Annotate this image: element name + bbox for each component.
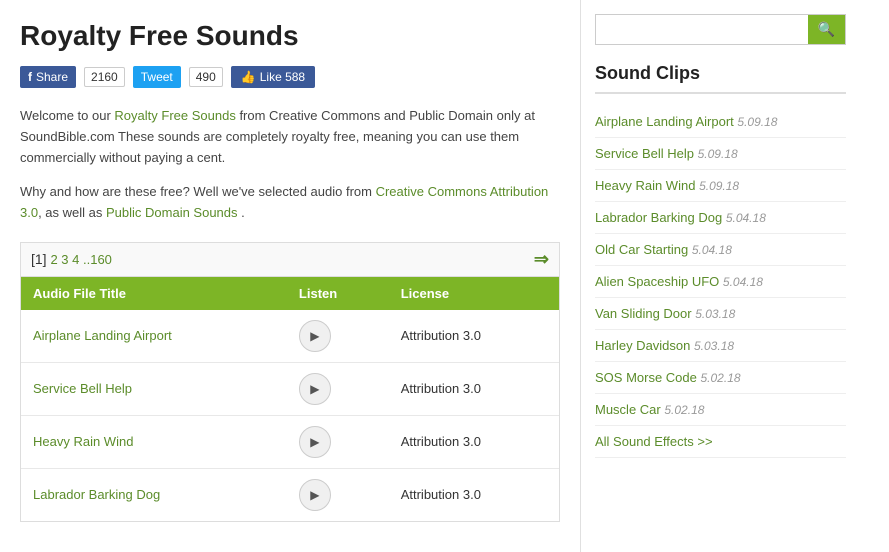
fb-share-label: Share (36, 70, 68, 84)
main-content: Royalty Free Sounds f Share 2160 Tweet 4… (0, 0, 580, 552)
current-page: [1] (31, 251, 47, 267)
sidebar-item-link-0[interactable]: Airplane Landing Airport (595, 114, 734, 129)
facebook-share-button[interactable]: f Share (20, 66, 76, 88)
all-effects-item: All Sound Effects >> (595, 426, 846, 458)
audio-link-2[interactable]: Heavy Rain Wind (33, 434, 133, 449)
sidebar-item-link-1[interactable]: Service Bell Help (595, 146, 694, 161)
sidebar-item-link-8[interactable]: SOS Morse Code (595, 370, 697, 385)
tw-label: Tweet (141, 70, 173, 84)
twitter-tweet-button[interactable]: Tweet (133, 66, 181, 88)
next-page-arrow[interactable]: ⇒ (534, 249, 549, 270)
sidebar-list-item: SOS Morse Code 5.02.18 (595, 362, 846, 394)
play-button-3[interactable]: ▶ (299, 479, 331, 511)
sidebar-item-date-5: 5.04.18 (723, 275, 763, 289)
sidebar-item-link-5[interactable]: Alien Spaceship UFO (595, 274, 719, 289)
sidebar-item-date-8: 5.02.18 (701, 371, 741, 385)
sidebar: 🔍 Sound Clips Airplane Landing Airport 5… (580, 0, 860, 552)
intro-paragraph-2: Why and how are these free? Well we've s… (20, 182, 560, 224)
table-row: Service Bell Help ▶ Attribution 3.0 (21, 362, 559, 415)
row-listen-1: ▶ (287, 362, 389, 415)
audio-table-wrapper: [1] 2 3 4 ..160 ⇒ Audio File Title Liste… (20, 242, 560, 522)
public-domain-link[interactable]: Public Domain Sounds (106, 205, 238, 220)
audio-table: Audio File Title Listen License Airplane… (21, 277, 559, 521)
search-icon: 🔍 (818, 21, 835, 37)
row-listen-3: ▶ (287, 468, 389, 521)
facebook-icon: f (28, 70, 32, 84)
creative-commons-link[interactable]: Creative Commons Attribution 3.0 (20, 184, 548, 220)
row-title-1: Service Bell Help (21, 362, 287, 415)
like-icon: 👍 (241, 70, 256, 84)
table-nav: [1] 2 3 4 ..160 ⇒ (21, 243, 559, 277)
tw-count: 490 (189, 67, 223, 87)
table-row: Labrador Barking Dog ▶ Attribution 3.0 (21, 468, 559, 521)
sidebar-item-date-2: 5.09.18 (699, 179, 739, 193)
sidebar-item-date-3: 5.04.18 (726, 211, 766, 225)
sidebar-item-date-9: 5.02.18 (664, 403, 704, 417)
col-header-listen: Listen (287, 277, 389, 310)
sidebar-item-link-2[interactable]: Heavy Rain Wind (595, 178, 695, 193)
sidebar-list-item: Labrador Barking Dog 5.04.18 (595, 202, 846, 234)
row-title-2: Heavy Rain Wind (21, 415, 287, 468)
sidebar-item-link-4[interactable]: Old Car Starting (595, 242, 688, 257)
table-pagination: [1] 2 3 4 ..160 (31, 251, 112, 267)
row-license-1: Attribution 3.0 (389, 362, 559, 415)
page-title: Royalty Free Sounds (20, 20, 560, 52)
row-license-2: Attribution 3.0 (389, 415, 559, 468)
sidebar-list-item: Service Bell Help 5.09.18 (595, 138, 846, 170)
all-sound-effects-link[interactable]: All Sound Effects >> (595, 434, 713, 449)
play-button-1[interactable]: ▶ (299, 373, 331, 405)
row-title-0: Airplane Landing Airport (21, 310, 287, 363)
sidebar-item-date-4: 5.04.18 (692, 243, 732, 257)
sidebar-item-link-3[interactable]: Labrador Barking Dog (595, 210, 722, 225)
sidebar-list-item: Old Car Starting 5.04.18 (595, 234, 846, 266)
sidebar-list-item: Alien Spaceship UFO 5.04.18 (595, 266, 846, 298)
social-bar: f Share 2160 Tweet 490 👍 Like 588 (20, 66, 560, 88)
sidebar-item-date-7: 5.03.18 (694, 339, 734, 353)
row-license-3: Attribution 3.0 (389, 468, 559, 521)
sidebar-item-link-9[interactable]: Muscle Car (595, 402, 661, 417)
sidebar-list-item: Heavy Rain Wind 5.09.18 (595, 170, 846, 202)
row-listen-0: ▶ (287, 310, 389, 363)
row-license-0: Attribution 3.0 (389, 310, 559, 363)
sidebar-item-date-6: 5.03.18 (695, 307, 735, 321)
like-label: Like 588 (260, 70, 305, 84)
facebook-like-button[interactable]: 👍 Like 588 (231, 66, 315, 88)
audio-link-3[interactable]: Labrador Barking Dog (33, 487, 160, 502)
table-row: Heavy Rain Wind ▶ Attribution 3.0 (21, 415, 559, 468)
audio-link-0[interactable]: Airplane Landing Airport (33, 328, 172, 343)
search-box: 🔍 (595, 14, 846, 45)
table-row: Airplane Landing Airport ▶ Attribution 3… (21, 310, 559, 363)
royalty-free-sounds-link[interactable]: Royalty Free Sounds (114, 108, 235, 123)
sidebar-item-link-6[interactable]: Van Sliding Door (595, 306, 692, 321)
search-button[interactable]: 🔍 (808, 15, 845, 44)
sidebar-item-date-1: 5.09.18 (698, 147, 738, 161)
search-input[interactable] (596, 15, 808, 44)
play-button-0[interactable]: ▶ (299, 320, 331, 352)
row-title-3: Labrador Barking Dog (21, 468, 287, 521)
sidebar-title: Sound Clips (595, 63, 846, 94)
sidebar-list-item: Muscle Car 5.02.18 (595, 394, 846, 426)
sidebar-list-item: Harley Davidson 5.03.18 (595, 330, 846, 362)
sidebar-item-link-7[interactable]: Harley Davidson (595, 338, 690, 353)
audio-link-1[interactable]: Service Bell Help (33, 381, 132, 396)
pagination-links[interactable]: 2 3 4 ..160 (50, 252, 111, 267)
sidebar-item-date-0: 5.09.18 (737, 115, 777, 129)
col-header-title: Audio File Title (21, 277, 287, 310)
play-button-2[interactable]: ▶ (299, 426, 331, 458)
sidebar-list-item: Airplane Landing Airport 5.09.18 (595, 106, 846, 138)
sound-clips-list: Airplane Landing Airport 5.09.18Service … (595, 106, 846, 458)
sidebar-list-item: Van Sliding Door 5.03.18 (595, 298, 846, 330)
col-header-license: License (389, 277, 559, 310)
fb-count: 2160 (84, 67, 125, 87)
intro-paragraph-1: Welcome to our Royalty Free Sounds from … (20, 106, 560, 168)
row-listen-2: ▶ (287, 415, 389, 468)
